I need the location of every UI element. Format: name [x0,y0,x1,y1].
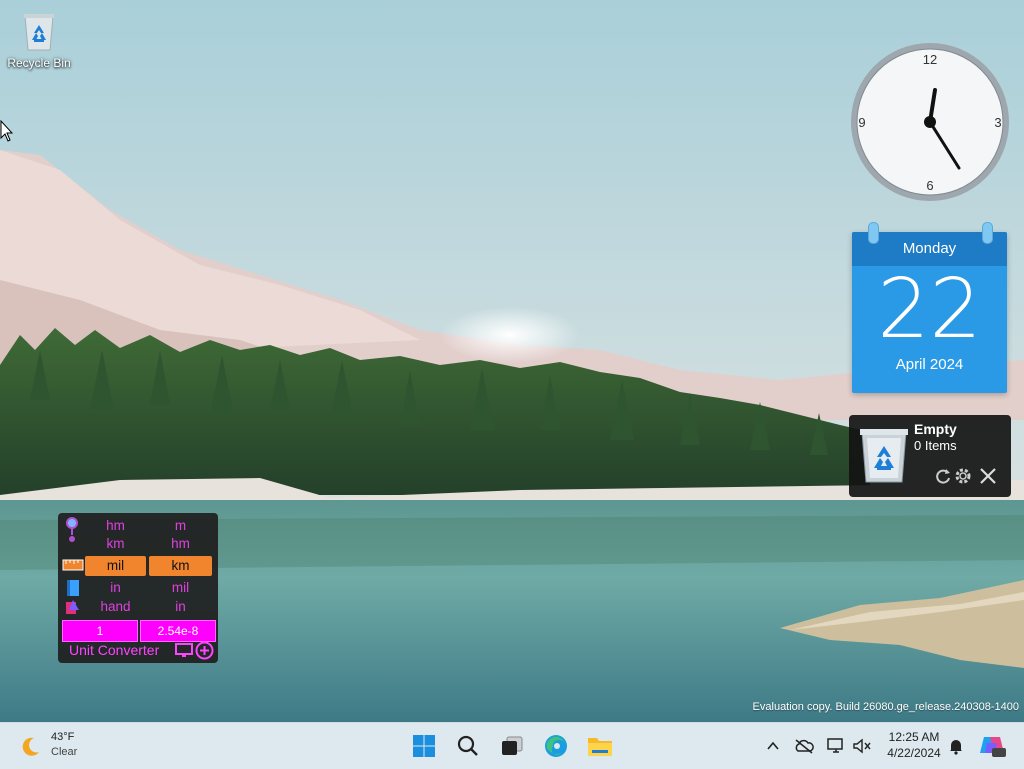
add-icon[interactable] [195,641,214,660]
moon-icon [18,735,42,759]
file-explorer-button[interactable] [584,730,616,762]
unit-from-selected[interactable]: mil [85,556,146,576]
unit-to-option[interactable]: in [149,598,212,616]
unit-from-option[interactable]: km [85,535,146,553]
mouse-pointer-icon [0,119,14,142]
volume-muted-icon[interactable] [852,736,872,756]
taskbar-time: 12:25 AM [888,730,940,744]
unit-from-option[interactable]: hm [85,517,146,535]
unit-row-selected: mil km [58,556,218,576]
recycle-bin-status: Empty [914,421,957,437]
edge-button[interactable] [540,730,572,762]
input-value-field[interactable]: 1 [62,620,138,642]
recycle-bin-gadget[interactable]: Empty 0 Items [849,415,1011,497]
ruler-icon[interactable] [62,535,82,553]
weather-widget[interactable]: 43°F Clear [18,729,108,765]
clock-numeral-3: 3 [994,115,1001,130]
scale-icon[interactable] [62,556,84,574]
file-explorer-icon [588,738,612,756]
search-icon [457,735,478,756]
analog-clock-gadget[interactable]: 12 3 6 9 [848,40,1012,204]
refresh-icon[interactable] [933,466,953,486]
unit-to-option[interactable]: m [149,517,212,535]
book-icon[interactable] [62,579,82,597]
close-icon[interactable] [978,466,998,486]
length-icon[interactable] [62,517,82,535]
unit-row: km hm [58,535,218,553]
unit-converter-gadget[interactable]: hm m km hm mil km in mil hand in 1 2.54e… [58,513,218,663]
desktop-icon-recycle-bin[interactable]: Recycle Bin [4,10,74,70]
calendar-ring-icon [868,222,879,244]
chevron-up-icon[interactable] [763,736,783,756]
monitor-icon[interactable] [175,643,193,659]
output-value-field[interactable]: 2.54e-8 [140,620,216,642]
calendar-day-number: 22 [877,262,982,357]
clock-numeral-9: 9 [858,115,865,130]
taskbar: 43°F Clear 12:25 AM 4/22/2024 [0,722,1024,769]
start-icon [413,735,435,757]
recycle-bin-icon [857,424,911,486]
taskbar-date: 4/22/2024 [887,746,941,760]
search-button[interactable] [452,730,484,762]
calendar-ring-icon [982,222,993,244]
edge-icon [545,735,567,757]
unit-row: hand in [58,598,218,616]
taskbar-clock[interactable]: 12:25 AM 4/22/2024 [876,729,952,761]
unit-to-option[interactable]: hm [149,535,212,553]
unit-to-option[interactable]: mil [149,579,212,597]
unit-from-option[interactable]: hand [85,598,146,616]
settings-icon[interactable] [953,466,973,486]
notification-bell-icon[interactable] [946,736,966,756]
clock-numeral-12: 12 [923,52,937,67]
network-icon[interactable] [826,736,846,756]
recycle-bin-icon [20,10,58,52]
recycle-bin-item-count: 0 Items [914,438,957,453]
onedrive-icon[interactable] [794,736,814,756]
task-view-icon [502,736,523,755]
task-view-button[interactable] [496,730,528,762]
calendar-month-year: April 2024 [895,356,964,373]
unit-row: hm m [58,517,218,535]
unit-converter-title: Unit Converter [69,642,160,658]
desktop-icon-label: Recycle Bin [7,56,71,70]
start-button[interactable] [408,730,440,762]
clock-numeral-6: 6 [926,178,933,193]
unit-to-selected[interactable]: km [149,556,212,576]
shapes-icon[interactable] [62,598,82,616]
calendar-gadget[interactable]: Monday 22 April 2024 [852,222,1007,393]
unit-row: in mil [58,579,218,597]
weather-temperature: 43°F [51,731,75,743]
evaluation-watermark: Evaluation copy. Build 26080.ge_release.… [752,701,1019,713]
weather-condition: Clear [51,746,78,758]
copilot-icon[interactable] [978,734,1006,758]
unit-from-option[interactable]: in [85,579,146,597]
